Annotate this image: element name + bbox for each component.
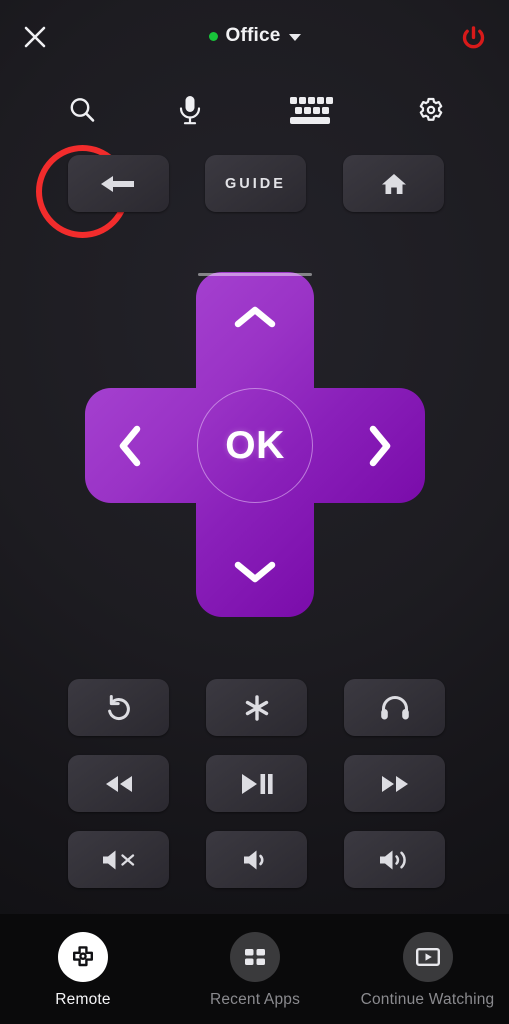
dpad-down-button[interactable] [196,527,314,617]
dpad-up-button[interactable] [196,272,314,362]
nav-item-continue-watching[interactable]: Continue Watching [345,932,509,1009]
close-icon [24,26,46,48]
private-listening-button[interactable] [344,679,445,736]
dpad-left-button[interactable] [85,388,175,503]
ok-button-label: OK [225,424,285,467]
gear-icon [419,97,443,121]
back-button[interactable] [68,155,169,212]
ok-button[interactable]: OK [197,388,313,503]
arrow-left-icon [100,175,134,192]
options-button[interactable] [206,679,307,736]
guide-button-label: GUIDE [225,175,286,192]
chevron-left-icon [119,425,141,466]
fast-forward-icon [381,775,408,792]
fast-forward-button[interactable] [344,755,445,812]
volume-mute-icon [102,850,134,869]
search-button[interactable] [54,82,110,138]
nav-item-recent-apps[interactable]: Recent Apps [200,932,310,1009]
home-icon [381,173,406,194]
volume-down-icon [243,850,263,869]
play-rect-icon [415,947,440,967]
nav-label-continue-watching: Continue Watching [360,991,495,1008]
close-button[interactable] [18,20,52,54]
chevron-down-icon [234,561,276,583]
star-icon [245,694,268,721]
chevron-down-icon [288,33,301,41]
keyboard-button[interactable] [282,82,338,138]
nav-label-recent-apps: Recent Apps [209,991,301,1008]
rewind-icon [105,775,132,792]
rewind-button[interactable] [68,755,169,812]
chevron-right-icon [369,425,391,466]
play-pause-icon [241,773,273,794]
device-selector[interactable]: Office [208,25,301,47]
continue-watching-icon-circle [402,932,453,982]
device-name-label: Office [225,25,281,46]
power-button[interactable] [451,16,495,60]
device-online-dot [208,31,218,41]
grid-icon [245,949,265,965]
remote-icon-circle [58,932,108,982]
chevron-up-icon [234,306,276,328]
nav-label-remote: Remote [55,991,111,1008]
replay-icon [107,694,130,720]
nav-item-remote[interactable]: Remote [28,932,138,1009]
settings-button[interactable] [403,82,459,138]
roku-remote-app: Office GUIDE OK Remote Recent Apps Conti… [0,0,509,1024]
power-icon [462,25,484,48]
mute-button[interactable] [68,831,169,888]
instant-replay-button[interactable] [68,679,169,736]
microphone-icon [179,96,201,125]
recent-apps-icon-circle [230,932,280,982]
home-button[interactable] [343,155,444,212]
play-pause-button[interactable] [206,755,307,812]
control-grid [68,679,445,892]
search-icon [70,98,95,122]
volume-up-icon [379,850,406,869]
navigation-button-row: GUIDE [0,155,509,212]
dpad-right-button[interactable] [335,388,425,503]
volume-down-button[interactable] [206,831,307,888]
volume-up-button[interactable] [344,831,445,888]
dpad: OK [85,272,425,617]
bottom-navigation: Remote Recent Apps Continue Watching [0,914,509,1024]
keyboard-icon [287,96,333,124]
headphones-icon [380,695,409,719]
voice-search-button[interactable] [162,82,218,138]
dpad-icon [73,946,93,967]
app-header: Office [0,0,509,72]
guide-button[interactable]: GUIDE [205,155,306,212]
quick-action-row [0,82,509,238]
